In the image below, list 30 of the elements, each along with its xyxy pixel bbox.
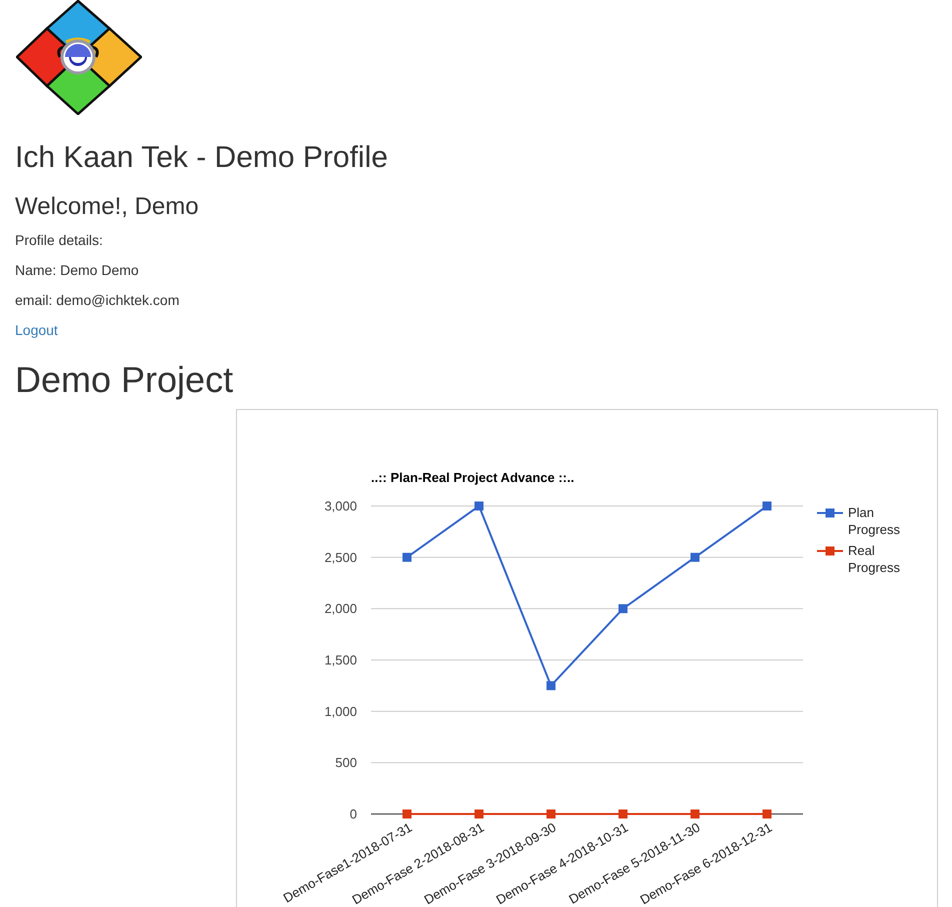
y-tick-label: 2,000 <box>324 601 357 616</box>
profile-email: email: demo@ichktek.com <box>15 291 180 310</box>
data-point <box>402 552 412 562</box>
project-title: Demo Project <box>15 360 234 400</box>
data-point <box>474 810 484 818</box>
data-point <box>762 502 772 510</box>
y-tick-label: 3,000 <box>324 498 357 514</box>
data-point <box>546 810 556 818</box>
profile-details-label: Profile details: <box>15 231 104 250</box>
welcome-heading: Welcome!, Demo <box>15 194 200 220</box>
data-point <box>618 604 628 614</box>
logout-link[interactable]: Logout <box>15 322 58 338</box>
y-tick-label: 500 <box>335 755 357 770</box>
legend-label: Real Progress <box>848 542 902 576</box>
y-tick-label: 1,500 <box>324 652 357 668</box>
data-point <box>690 552 700 562</box>
y-tick-label: 2,500 <box>324 550 357 565</box>
data-point <box>546 681 556 690</box>
y-tick-label: 0 <box>350 806 357 822</box>
page-title: Ich Kaan Tek - Demo Profile <box>15 141 389 174</box>
data-point <box>762 810 772 818</box>
legend-label: Plan Progress <box>848 504 902 538</box>
data-point <box>474 502 484 510</box>
data-point <box>402 810 412 818</box>
data-point <box>690 810 700 818</box>
profile-name: Name: Demo Demo <box>15 261 140 280</box>
data-point <box>618 810 628 818</box>
chart-title: ..:: Plan-Real Project Advance ::.. <box>371 470 574 485</box>
diamond-logo-icon <box>16 0 142 115</box>
y-tick-label: 1,000 <box>324 704 357 719</box>
